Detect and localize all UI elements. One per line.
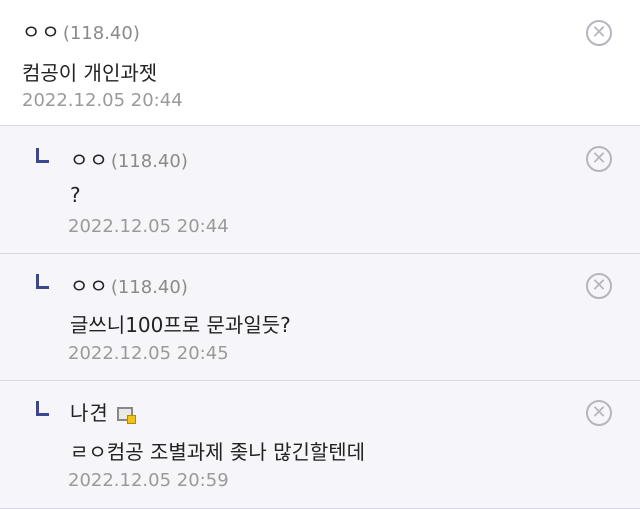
author-ip: (118.40) xyxy=(110,151,188,172)
author-nickname[interactable]: ㅇㅇ xyxy=(70,270,109,299)
author-nickname[interactable]: ㅇㅇ xyxy=(22,16,61,45)
comment-author[interactable]: ㅇㅇ (118.40) xyxy=(70,144,188,173)
comment-item: ㅇㅇ (118.40) 컴공이 개인과젯 2022.12.05 20:44 ✕ xyxy=(0,0,640,126)
comment-text: 글쓰니100프로 문과일듯? xyxy=(70,313,291,337)
reply-item: ㅇㅇ (118.40) ? 2022.12.05 20:44 ✕ xyxy=(0,126,640,254)
comment-date: 2022.12.05 20:44 xyxy=(22,90,183,111)
reply-arrow-icon xyxy=(36,401,49,416)
comment-author[interactable]: ㅇㅇ (118.40) xyxy=(22,16,140,45)
comment-date: 2022.12.05 20:59 xyxy=(68,470,229,491)
reply-arrow-icon xyxy=(36,274,49,289)
comment-thread: ㅇㅇ (118.40) 컴공이 개인과젯 2022.12.05 20:44 ✕ … xyxy=(0,0,640,509)
comment-author[interactable]: 나견 xyxy=(70,397,136,426)
comment-text: ㄹㅇ컴공 조별과제 좆나 많긴할텐데 xyxy=(70,440,366,464)
author-ip: (118.40) xyxy=(110,277,188,298)
reply-arrow-icon xyxy=(36,148,49,163)
comment-text: ? xyxy=(70,183,81,207)
comment-date: 2022.12.05 20:45 xyxy=(68,343,229,364)
comment-text: 컴공이 개인과젯 xyxy=(22,61,158,85)
fixed-nick-badge-icon xyxy=(116,407,136,424)
reply-item: 나견 ㄹㅇ컴공 조별과제 좆나 많긴할텐데 2022.12.05 20:59 ✕ xyxy=(0,381,640,509)
author-nickname[interactable]: 나견 xyxy=(70,397,109,426)
close-circle-icon[interactable]: ✕ xyxy=(586,400,612,426)
close-circle-icon[interactable]: ✕ xyxy=(586,146,612,172)
close-circle-icon[interactable]: ✕ xyxy=(586,273,612,299)
reply-item: ㅇㅇ (118.40) 글쓰니100프로 문과일듯? 2022.12.05 20… xyxy=(0,254,640,381)
author-ip: (118.40) xyxy=(62,23,140,44)
author-nickname[interactable]: ㅇㅇ xyxy=(70,144,109,173)
close-circle-icon[interactable]: ✕ xyxy=(586,20,612,46)
comment-date: 2022.12.05 20:44 xyxy=(68,216,229,237)
comment-author[interactable]: ㅇㅇ (118.40) xyxy=(70,270,188,299)
